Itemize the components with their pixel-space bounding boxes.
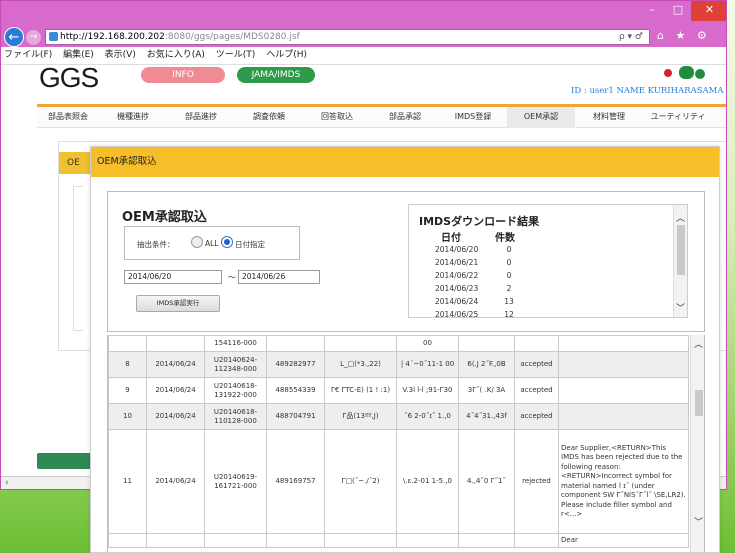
brand-icon <box>679 66 694 79</box>
url-tools-icon[interactable]: ρ ▾ ♂ <box>619 30 643 44</box>
table-scrollbar[interactable]: ︿ ﹀ <box>690 335 704 552</box>
brand-icon-small <box>695 69 705 79</box>
nav-tab-material[interactable]: 材料管理 <box>575 107 643 128</box>
nav-tab-part-progress[interactable]: 部品進捗 <box>167 107 235 128</box>
scroll-down-icon[interactable]: ﹀ <box>694 515 703 528</box>
filter-label: 抽出条件： <box>137 240 175 249</box>
background-green-button[interactable] <box>37 453 97 469</box>
section-title: OEM承認取込 <box>122 210 207 225</box>
nav-tab-oem-approval[interactable]: OEM承認 <box>507 107 575 128</box>
download-col-date: 日付 <box>441 233 461 244</box>
nav-tab-part-approval[interactable]: 部品承認 <box>371 107 439 128</box>
user-info: ID : user1 NAME KURIHARASAMA <box>571 86 724 96</box>
flag-icon <box>664 69 672 77</box>
date-from-input[interactable]: 2014/06/20 <box>124 270 222 284</box>
close-button[interactable]: ✕ <box>691 1 726 21</box>
date-to-input[interactable]: 2014/06/26 <box>238 270 320 284</box>
nav-tab-survey-request[interactable]: 調査依頼 <box>235 107 303 128</box>
filter-box: 抽出条件： ALL 日付指定 <box>124 226 300 260</box>
import-section: OEM承認取込 抽出条件： ALL 日付指定 2014/06/20 ～ 2014… <box>107 191 705 332</box>
maximize-button[interactable]: □ <box>665 1 691 21</box>
menu-file[interactable]: ファイル(F) <box>4 50 52 60</box>
background-tab-label: OE <box>67 158 80 168</box>
nav-tab-imds-register[interactable]: IMDS登録 <box>439 107 507 128</box>
nav-tab-utility[interactable]: ユーティリティ <box>643 107 713 128</box>
url-host: http://192.168.200.202 <box>60 32 165 42</box>
app-header: GGS INFO JAMA/IMDS ID : user1 NAME KURIH… <box>1 62 726 99</box>
url-path: :8080/ggs/pages/MDS0280.jsf <box>164 32 300 42</box>
scroll-up-icon[interactable]: ︿ <box>694 337 703 350</box>
menu-tools[interactable]: ツール(T) <box>216 50 256 60</box>
table-row[interactable]: 11 2014/06/24 U20140619-161721-000 4891697… <box>108 429 689 534</box>
menu-view[interactable]: 表示(V) <box>105 50 136 60</box>
download-result-title: IMDSダウンロード結果 <box>419 215 540 228</box>
info-button[interactable]: INFO <box>141 67 225 83</box>
radio-all[interactable] <box>191 236 203 248</box>
jama-imds-button[interactable]: JAMA/IMDS <box>237 67 315 83</box>
ggs-logo: GGS <box>39 62 99 93</box>
address-bar: ← → http://192.168.200.202:8080/ggs/page… <box>1 27 726 47</box>
url-field[interactable]: http://192.168.200.202:8080/ggs/pages/MD… <box>45 29 650 45</box>
scroll-down-icon[interactable]: ﹀ <box>676 301 685 314</box>
menu-edit[interactable]: 編集(E) <box>63 50 94 60</box>
download-col-count: 件数 <box>495 233 515 244</box>
back-button[interactable]: ← <box>4 27 24 47</box>
table-row[interactable]: 9 2014/06/24 U20140618-131922-000 48855433… <box>108 377 689 404</box>
dialog-title: OEM承認取込 <box>91 147 719 177</box>
radio-date-label: 日付指定 <box>235 240 265 249</box>
table-row[interactable]: 10 2014/06/24 U20140618-110128-000 4887047… <box>108 403 689 430</box>
radio-all-label: ALL <box>205 239 219 248</box>
menu-help[interactable]: ヘルプ(H) <box>266 50 307 60</box>
oem-approval-dialog: OEM承認取込 OEM承認取込 抽出条件： ALL 日付指定 2014/06/2… <box>90 146 720 553</box>
menu-favorites[interactable]: お気に入り(A) <box>147 50 205 60</box>
radio-date[interactable] <box>221 236 233 248</box>
scroll-up-icon[interactable]: ︿ <box>676 211 685 224</box>
table-row[interactable]: 8 2014/06/24 U20140624-112348-000 48928297… <box>108 351 689 378</box>
scroll-thumb[interactable] <box>677 225 685 275</box>
forward-button[interactable]: → <box>26 30 41 45</box>
download-result-box: IMDSダウンロード結果 日付 件数 2014/06/20 0 2014/06/2… <box>408 204 688 318</box>
results-table-container: 154116-000 00 8 2014/06/24 U20140624-1123… <box>107 335 705 552</box>
background-inner-box <box>73 186 83 331</box>
browser-tools-icon[interactable]: ⌂ ★ ⚙ <box>657 29 711 42</box>
date-separator: ～ <box>228 273 236 282</box>
title-bar: – □ ✕ <box>1 1 726 27</box>
nav-tab-parts-list[interactable]: 部品表照会 <box>37 107 99 128</box>
table-row[interactable]: Dear <box>108 533 689 548</box>
results-table: 154116-000 00 8 2014/06/24 U20140624-1123… <box>108 335 689 548</box>
main-nav: 部品表照会 機種進捗 部品進捗 調査依頼 回答取込 部品承認 IMDS登録 OE… <box>37 104 726 128</box>
download-scrollbar[interactable]: ︿ ﹀ <box>673 205 687 317</box>
nav-tab-model-progress[interactable]: 機種進捗 <box>99 107 167 128</box>
page-icon <box>49 32 58 41</box>
nav-tab-answer-import[interactable]: 回答取込 <box>303 107 371 128</box>
imds-approve-button[interactable]: IMDS承認実行 <box>136 295 220 312</box>
table-row[interactable]: 154116-000 00 <box>108 335 689 352</box>
scroll-thumb[interactable] <box>695 390 703 416</box>
rejection-message: Dear Supplier,<RETURN>This IMDS has been… <box>558 429 689 534</box>
menu-bar: ファイル(F) 編集(E) 表示(V) お気に入り(A) ツール(T) ヘルプ(… <box>1 47 726 65</box>
minimize-button[interactable]: – <box>639 1 665 21</box>
